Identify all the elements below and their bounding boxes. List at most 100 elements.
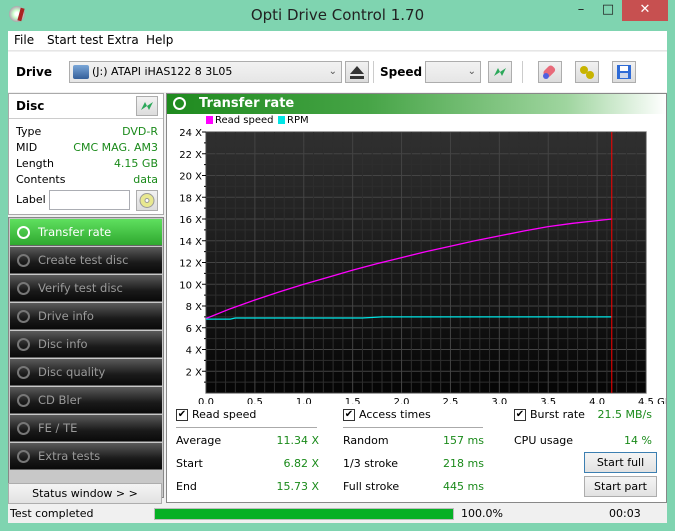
refresh-speed-button[interactable] [488, 61, 512, 83]
nav-fe-te[interactable]: FE / TE [10, 415, 162, 442]
transfer-rate-icon [17, 226, 30, 239]
x-axis: 0.0 0.5 1.0 1.5 2.0 2.5 3.0 3.5 4.0 4.5 GB [198, 397, 666, 404]
y-tick-label: 14 X [179, 237, 202, 248]
nav-cd-bler[interactable]: CD Bler [10, 387, 162, 414]
toolbar: Drive (J:) ATAPI iHAS122 8 3L05 ⌄ Speed … [8, 52, 667, 92]
read-speed-checkbox[interactable]: ✔ [176, 409, 188, 421]
close-button[interactable]: ✕ [622, 0, 668, 21]
menu-start-test[interactable]: Start test [47, 33, 103, 47]
title-bar: Opti Drive Control 1.70 – □ ✕ [0, 0, 675, 30]
disc-icon [139, 193, 155, 208]
nav-transfer-rate[interactable]: Transfer rate [10, 219, 162, 246]
verify-disc-icon [17, 282, 30, 295]
drive-icon [73, 65, 89, 79]
disc-length-key: Length [16, 157, 54, 170]
nav-label: Transfer rate [38, 225, 112, 239]
disc-info-icon [17, 338, 30, 351]
disc-mid-value: CMC MAG. AM3 [73, 141, 158, 154]
y-tick-label: 10 X [179, 280, 202, 291]
y-tick-label: 12 X [179, 259, 202, 270]
start-value: 6.82 X [283, 457, 319, 470]
status-text: Test completed [10, 507, 94, 520]
y-tick-label: 22 X [179, 150, 202, 161]
nav-extra-tests[interactable]: Extra tests [10, 443, 162, 470]
disc-label-input[interactable] [49, 190, 130, 210]
nav-disc-quality[interactable]: Disc quality [10, 359, 162, 386]
cpu-usage-value: 14 % [624, 434, 652, 447]
full-stroke-label: Full stroke [343, 480, 400, 493]
burst-rate-label: Burst rate [530, 408, 585, 421]
disc-contents-value: data [133, 173, 158, 186]
minimize-button[interactable]: – [568, 0, 594, 21]
nav-label: Disc info [38, 337, 88, 351]
cpu-usage-label: CPU usage [514, 434, 574, 447]
toolbar-separator [373, 61, 374, 83]
drive-select-value: (J:) ATAPI iHAS122 8 3L05 [92, 65, 233, 78]
nav-create-test-disc[interactable]: Create test disc [10, 247, 162, 274]
y-tick-label: 18 X [179, 193, 202, 204]
nav-drive-info[interactable]: Drive info [10, 303, 162, 330]
refresh-icon [141, 102, 153, 110]
nav-verify-test-disc[interactable]: Verify test disc [10, 275, 162, 302]
nav-disc-info[interactable]: Disc info [10, 331, 162, 358]
erase-icon [543, 65, 556, 79]
start-part-button[interactable]: Start part [584, 476, 657, 497]
fe-te-icon [17, 422, 30, 435]
disc-row-mid: MID CMC MAG. AM3 [16, 141, 158, 156]
menu-file[interactable]: File [14, 33, 34, 47]
elapsed-time: 00:03 [609, 507, 641, 520]
x-tick-label: 4.5 GB [638, 397, 666, 404]
x-tick-label: 2.5 [442, 397, 458, 404]
full-stroke-value: 445 ms [443, 480, 484, 493]
client-area: File Start test Extra Help Drive (J:) AT… [8, 31, 667, 523]
save-button[interactable] [612, 61, 636, 83]
cd-bler-icon [17, 394, 30, 407]
transfer-rate-panel: Transfer rate Read speed RPM 2 X4 X6 X8 … [166, 93, 667, 503]
menu-help[interactable]: Help [146, 33, 173, 47]
create-disc-icon [17, 254, 30, 267]
disc-contents-key: Contents [16, 173, 66, 186]
maximize-button[interactable]: □ [595, 0, 621, 21]
panel-header: Transfer rate [167, 94, 666, 114]
start-full-button[interactable]: Start full [584, 452, 657, 473]
eject-icon [350, 66, 364, 79]
drive-info-icon [17, 310, 30, 323]
chevron-down-icon: ⌄ [328, 66, 337, 77]
refresh-disc-button[interactable] [136, 96, 158, 116]
label-disc-button[interactable] [136, 190, 158, 211]
extra-tests-icon [17, 450, 30, 463]
disc-row-contents: Contents data [16, 173, 158, 188]
read-speed-title: Read speed [192, 408, 257, 421]
y-tick-label: 16 X [179, 215, 202, 226]
random-label: Random [343, 434, 389, 447]
burst-rate-value: 21.5 MB/s [597, 408, 652, 421]
erase-button[interactable] [538, 61, 562, 83]
eject-button[interactable] [345, 61, 369, 83]
disc-title: Disc [16, 99, 45, 113]
nav-label: FE / TE [38, 421, 78, 435]
disc-mid-key: MID [16, 141, 38, 154]
disc-label-key: Label [16, 193, 46, 206]
save-icon [617, 65, 631, 79]
one-third-stroke-label: 1/3 stroke [343, 457, 398, 470]
panel-title: Transfer rate [199, 96, 295, 111]
x-tick-label: 0.5 [247, 397, 263, 404]
settings-button[interactable] [575, 61, 599, 83]
menu-extra[interactable]: Extra [107, 33, 139, 47]
burst-rate-checkbox[interactable]: ✔ [514, 409, 526, 421]
speed-select[interactable]: ⌄ [425, 61, 481, 83]
disc-length-value: 4.15 GB [113, 157, 158, 170]
status-window-button[interactable]: Status window > > [8, 483, 162, 504]
progress-fill [155, 509, 453, 519]
x-tick-label: 4.0 [589, 397, 605, 404]
divider [343, 427, 483, 428]
progress-bar [154, 508, 454, 520]
average-label: Average [176, 434, 222, 447]
access-times-checkbox[interactable]: ✔ [343, 409, 355, 421]
average-value: 11.34 X [276, 434, 319, 447]
app-window: Opti Drive Control 1.70 – □ ✕ File Start… [0, 0, 675, 531]
progress-label: 100.0% [461, 507, 503, 520]
nav-label: Extra tests [38, 449, 101, 463]
drive-select[interactable]: (J:) ATAPI iHAS122 8 3L05 ⌄ [69, 61, 342, 83]
stats-area: ✔ Read speed Average 11.34 X Start 6.82 … [167, 404, 666, 502]
